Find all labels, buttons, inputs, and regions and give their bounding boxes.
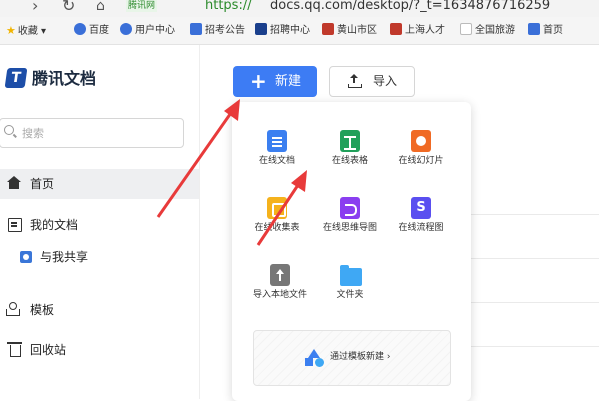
star-icon: ★	[6, 24, 16, 37]
template-icon	[6, 302, 20, 316]
document-icon	[8, 218, 22, 232]
new-button-label: 新建	[275, 74, 302, 89]
sidebar-item-trash[interactable]: 回收站	[0, 335, 199, 365]
bookmark-user-center[interactable]: 用户中心	[120, 23, 175, 39]
search-input[interactable]: 搜索	[0, 118, 184, 148]
import-button-label: 导入	[373, 74, 398, 88]
menu-item-flowchart[interactable]: 在线流程图	[385, 197, 457, 247]
job-icon	[255, 23, 267, 35]
sidebar-item-shared[interactable]: 与我共享	[0, 242, 199, 272]
menu-item-online-form[interactable]: 在线收集表	[241, 197, 313, 247]
new-button[interactable]: + 新建	[233, 66, 317, 97]
flowchart-icon	[411, 197, 431, 219]
talent-icon	[390, 23, 402, 35]
shared-icon	[20, 251, 32, 263]
upload-icon	[270, 264, 290, 286]
folder-icon	[340, 265, 362, 286]
sidebar-item-label: 回收站	[30, 343, 67, 357]
divider	[470, 302, 599, 303]
menu-item-label: 在线流程图	[398, 223, 444, 233]
search-icon	[4, 125, 14, 135]
plus-icon: +	[250, 69, 267, 93]
baidu-icon	[74, 23, 86, 35]
sidebar-item-my-docs[interactable]: 我的文档	[0, 210, 199, 240]
online-slides-icon	[411, 130, 431, 152]
bookmark-jobs[interactable]: 招聘中心	[255, 23, 310, 39]
menu-item-folder[interactable]: 文件夹	[314, 264, 386, 314]
page-icon	[460, 23, 472, 35]
home-icon[interactable]: ⌂	[96, 0, 105, 15]
online-sheet-icon	[340, 130, 360, 152]
browser-address-bar: › ↻ ⌂ 腾讯网 https:// docs.qq.com/desktop/?…	[0, 0, 599, 17]
sidebar-item-home[interactable]: 首页	[0, 169, 199, 199]
bookmark-notice[interactable]: 招考公告	[190, 23, 245, 39]
bookmark-talent[interactable]: 上海人才	[390, 23, 445, 39]
home-icon	[7, 176, 21, 189]
url-text[interactable]: docs.qq.com/desktop/?_t=1634876716259	[270, 0, 550, 14]
sidebar-item-label: 与我共享	[40, 250, 89, 264]
divider	[470, 346, 599, 347]
online-doc-icon	[267, 130, 287, 152]
tencent-docs-logo-icon: T	[4, 68, 28, 88]
city-icon	[322, 23, 334, 35]
url-protocol[interactable]: https://	[205, 0, 252, 14]
bookmark-baidu[interactable]: 百度	[74, 23, 109, 39]
menu-item-online-slides[interactable]: 在线幻灯片	[385, 130, 457, 180]
site-badge: 腾讯网	[126, 0, 158, 12]
upload-arrow-icon	[350, 74, 358, 78]
app-title: 腾讯文档	[32, 69, 97, 88]
home-icon	[528, 23, 540, 35]
online-form-icon	[267, 197, 287, 219]
menu-item-label: 文件夹	[336, 290, 364, 300]
template-shapes-icon	[305, 349, 325, 367]
bookmark-city[interactable]: 黄山市区	[322, 23, 377, 39]
sidebar-item-templates[interactable]: 模板	[0, 295, 199, 325]
search-placeholder: 搜索	[22, 127, 44, 140]
divider	[470, 258, 599, 259]
bookmark-favorites[interactable]: ★ 收藏 ▾	[6, 23, 46, 39]
trash-icon	[7, 342, 22, 357]
sidebar-item-label: 模板	[30, 303, 55, 317]
reload-icon[interactable]: ↻	[62, 0, 75, 15]
menu-item-online-doc[interactable]: 在线文档	[241, 130, 313, 180]
forward-icon[interactable]: ›	[32, 0, 38, 15]
notice-icon	[190, 23, 202, 35]
new-from-template-link[interactable]: 通过模板新建 ›	[330, 351, 390, 364]
sidebar-divider	[199, 45, 200, 399]
menu-item-label: 在线幻灯片	[398, 156, 444, 166]
sidebar-item-label: 我的文档	[30, 218, 79, 232]
bookmarks-bar: ★ 收藏 ▾ 百度 用户中心 招考公告 招聘中心 黄山市区 上海人才 全国旅游 首…	[0, 17, 599, 45]
divider	[470, 214, 599, 215]
mind-map-icon	[340, 197, 360, 219]
import-button[interactable]: 导入	[329, 66, 415, 97]
sidebar-item-label: 首页	[30, 177, 55, 191]
bookmark-travel[interactable]: 全国旅游	[460, 23, 515, 39]
user-center-icon	[120, 23, 132, 35]
bookmark-home[interactable]: 首页	[528, 23, 563, 39]
